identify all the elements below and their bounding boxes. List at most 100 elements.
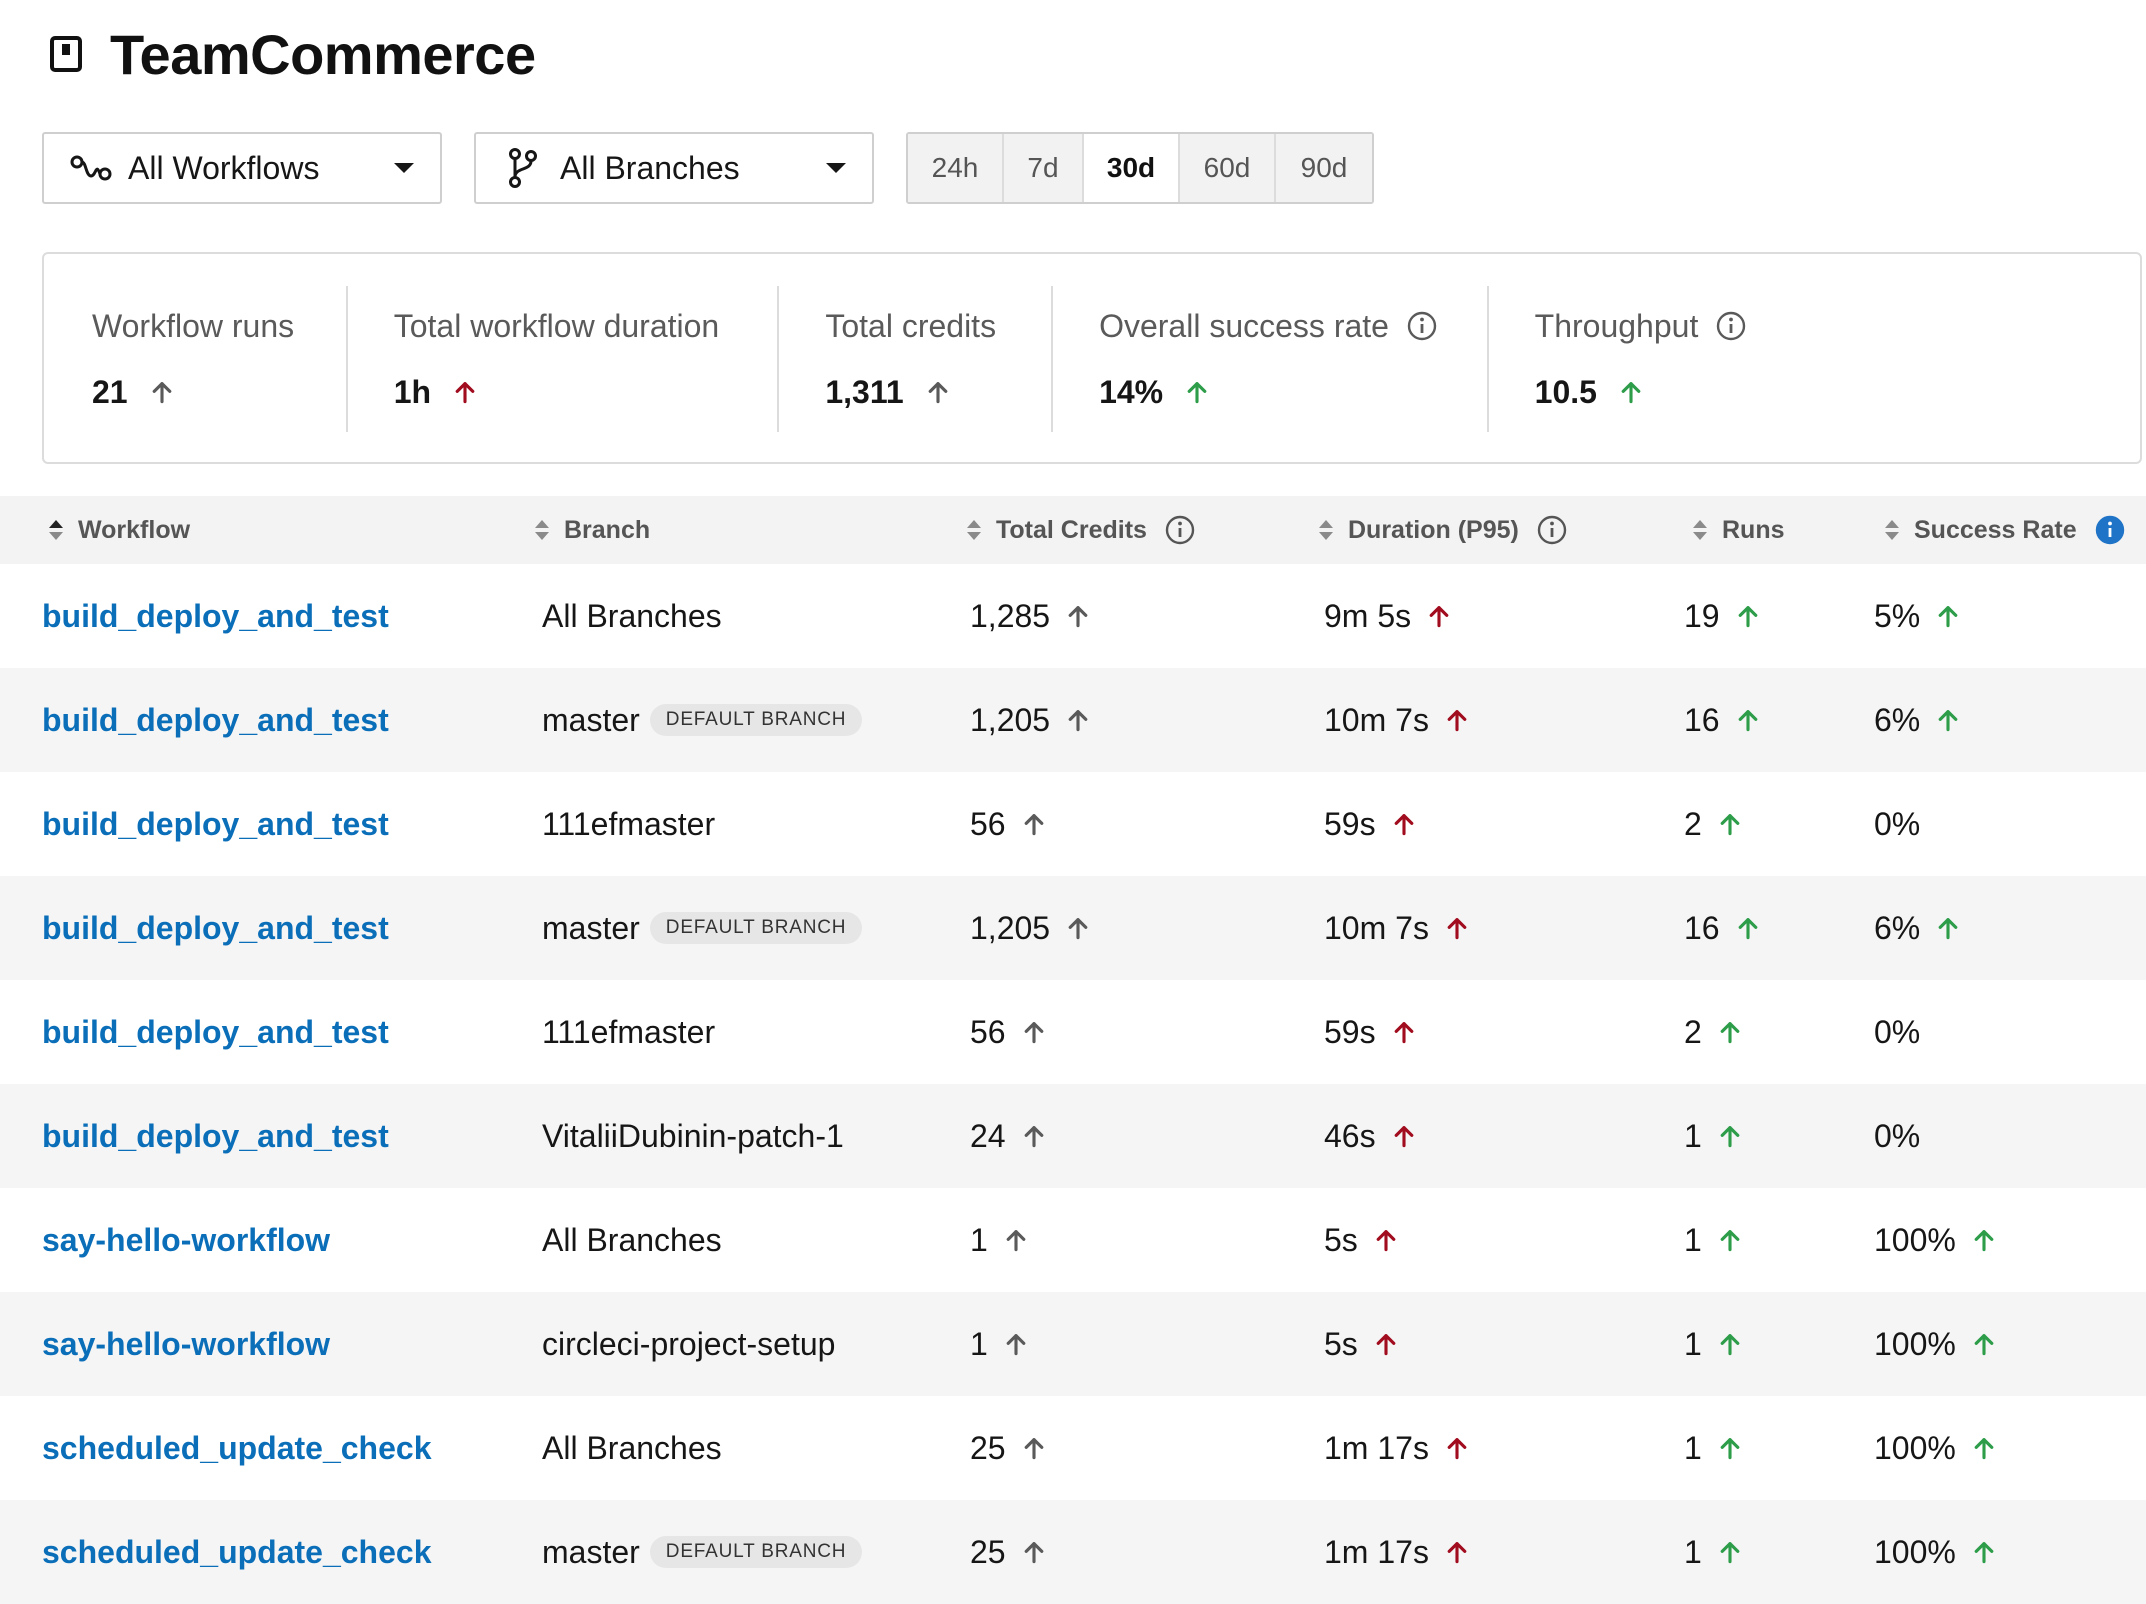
info-icon[interactable] (1537, 515, 1567, 545)
total-credits-cell: 1 (970, 1188, 1028, 1292)
branch-cell: All Branches (542, 1396, 722, 1500)
workflow-link[interactable]: say-hello-workflow (42, 1188, 330, 1292)
runs-cell: 1 (1684, 1084, 1742, 1188)
cell-value: 1 (1684, 1325, 1702, 1362)
trend-up-icon (1066, 916, 1090, 940)
table-row[interactable]: build_deploy_and_test master DEFAULT BRANC… (0, 876, 2146, 980)
sort-icon[interactable] (1318, 519, 1334, 541)
total-credits-cell: 1,205 (970, 668, 1090, 772)
runs-cell: 1 (1684, 1292, 1742, 1396)
trend-up-icon (1022, 1020, 1046, 1044)
duration-cell: 46s (1324, 1084, 1416, 1188)
workflow-link[interactable]: build_deploy_and_test (42, 980, 389, 1084)
table-row[interactable]: say-hello-workflow All Branches 1 5s 1 100% (0, 1188, 2146, 1292)
cell-value: 1 (1684, 1221, 1702, 1258)
workflow-link[interactable]: say-hello-workflow (42, 1292, 330, 1396)
table-row[interactable]: build_deploy_and_test 111efmaster 56 59s 2 0% (0, 980, 2146, 1084)
default-branch-badge: DEFAULT BRANCH (649, 1536, 863, 1568)
trend-up-icon (1022, 1540, 1046, 1564)
cell-value: 1 (1684, 1117, 1702, 1154)
success-rate-cell: 0% (1874, 980, 1920, 1084)
duration-cell: 1m 17s (1324, 1500, 1469, 1604)
table-row[interactable]: scheduled_update_check All Branches 25 1m 1… (0, 1396, 2146, 1500)
workflow-link[interactable]: build_deploy_and_test (42, 876, 389, 980)
success-rate-cell: 100% (1874, 1396, 1996, 1500)
stat-value: 1h (394, 372, 778, 412)
duration-cell: 9m 5s (1324, 564, 1451, 668)
range-button-24h[interactable]: 24h (908, 134, 1004, 202)
filter-bar: All Workflows All Branches 24h 7d 30d 60d 90… (42, 132, 1374, 204)
trend-up-icon (1004, 1332, 1028, 1356)
table-row[interactable]: build_deploy_and_test master DEFAULT BRANC… (0, 668, 2146, 772)
column-header-branch[interactable]: Branch (534, 496, 650, 564)
branches-dropdown[interactable]: All Branches (474, 132, 874, 204)
cell-value: 2 (1684, 805, 1702, 842)
column-header-success-rate[interactable]: Success Rate (1884, 496, 2125, 564)
workflow-link[interactable]: scheduled_update_check (42, 1500, 431, 1604)
table-row[interactable]: scheduled_update_check master DEFAULT BRAN… (0, 1500, 2146, 1604)
cell-value: 100% (1874, 1533, 1956, 1570)
runs-cell: 16 (1684, 876, 1760, 980)
info-icon[interactable] (2095, 515, 2125, 545)
workflow-link[interactable]: build_deploy_and_test (42, 772, 389, 876)
trend-up-icon (1718, 1124, 1742, 1148)
duration-cell: 1m 17s (1324, 1396, 1469, 1500)
info-icon[interactable] (1165, 515, 1195, 545)
branch-cell: master DEFAULT BRANCH (542, 1500, 863, 1604)
column-header-runs[interactable]: Runs (1692, 496, 1785, 564)
stat-label-text: Workflow runs (92, 307, 295, 344)
sort-icon[interactable] (534, 519, 550, 541)
range-button-60d[interactable]: 60d (1180, 134, 1276, 202)
column-header-workflow[interactable]: Workflow (48, 496, 190, 564)
sort-icon[interactable] (966, 519, 982, 541)
stat-value: 10.5 (1535, 372, 2140, 412)
branch-name: 111efmaster (542, 805, 716, 842)
trend-up-icon (1392, 1124, 1416, 1148)
stat-label: Throughput (1535, 306, 2140, 346)
cell-value: 16 (1684, 701, 1720, 738)
trend-up-icon (1004, 1228, 1028, 1252)
table-row[interactable]: build_deploy_and_test VitaliiDubinin-patc… (0, 1084, 2146, 1188)
table-row[interactable]: build_deploy_and_test All Branches 1,285 9m… (0, 564, 2146, 668)
stat-label: Overall success rate (1099, 306, 1487, 346)
branch-cell: All Branches (542, 1188, 722, 1292)
sort-icon[interactable] (1884, 519, 1900, 541)
workflow-link[interactable]: build_deploy_and_test (42, 564, 389, 668)
trend-up-icon (1374, 1332, 1398, 1356)
cell-value: 100% (1874, 1221, 1956, 1258)
trend-up-icon (1445, 1436, 1469, 1460)
branch-name: master (542, 1533, 640, 1570)
cell-value: 10m 7s (1324, 701, 1429, 738)
trend-up-icon (1427, 604, 1451, 628)
column-header-total-credits[interactable]: Total Credits (966, 496, 1195, 564)
info-icon[interactable] (1716, 311, 1746, 341)
sort-icon[interactable] (48, 519, 64, 541)
sort-icon[interactable] (1692, 519, 1708, 541)
trend-up-icon (1185, 380, 1209, 404)
column-header-duration[interactable]: Duration (P95) (1318, 496, 1567, 564)
workflows-dropdown[interactable]: All Workflows (42, 132, 442, 204)
trend-up-icon (1718, 812, 1742, 836)
table-row[interactable]: say-hello-workflow circleci-project-setup… (0, 1292, 2146, 1396)
branch-cell: master DEFAULT BRANCH (542, 876, 863, 980)
total-credits-cell: 25 (970, 1396, 1046, 1500)
workflow-link[interactable]: scheduled_update_check (42, 1396, 431, 1500)
range-button-30d[interactable]: 30d (1084, 134, 1180, 202)
cell-value: 5s (1324, 1325, 1358, 1362)
info-icon[interactable] (1407, 311, 1437, 341)
total-credits-cell: 56 (970, 980, 1046, 1084)
trend-up-icon (1972, 1332, 1996, 1356)
column-header-label: Success Rate (1914, 515, 2077, 544)
range-button-7d[interactable]: 7d (1004, 134, 1084, 202)
workflow-link[interactable]: build_deploy_and_test (42, 668, 389, 772)
page-title: TeamCommerce (110, 22, 536, 86)
trend-up-icon (1619, 380, 1643, 404)
insights-page: TeamCommerce All Workflows All Branches … (0, 0, 2146, 1604)
trend-up-icon (1972, 1540, 1996, 1564)
trend-up-icon (1445, 1540, 1469, 1564)
table-row[interactable]: build_deploy_and_test 111efmaster 56 59s 2 0% (0, 772, 2146, 876)
workflow-link[interactable]: build_deploy_and_test (42, 1084, 389, 1188)
trend-up-icon (1445, 708, 1469, 732)
range-button-90d[interactable]: 90d (1276, 134, 1372, 202)
stat-value-text: 1h (393, 373, 432, 410)
